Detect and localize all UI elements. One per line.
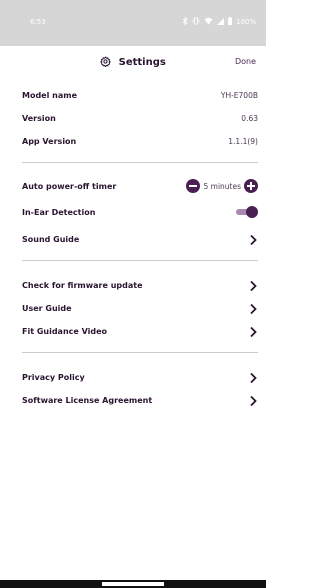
firmware-row[interactable]: Check for firmware update bbox=[22, 280, 258, 295]
done-button[interactable]: Done bbox=[235, 57, 256, 66]
auto-off-row: Auto power-off timer 5 minutes bbox=[22, 179, 258, 196]
battery-percent: 100% bbox=[235, 18, 256, 26]
model-name-row: Model name YH-E700B bbox=[22, 91, 258, 105]
model-name-label: Model name bbox=[22, 91, 77, 100]
wifi-icon bbox=[204, 17, 213, 27]
model-name-value: YH-E700B bbox=[220, 91, 258, 100]
page-title: Settings bbox=[118, 57, 166, 68]
system-nav-bar bbox=[0, 580, 266, 588]
signal-icon bbox=[216, 17, 224, 27]
privacy-label: Privacy Policy bbox=[22, 373, 85, 382]
chevron-right-icon bbox=[250, 303, 257, 315]
chevron-right-icon bbox=[250, 326, 257, 338]
auto-off-stepper: 5 minutes bbox=[186, 179, 258, 193]
app-version-value: 1.1.1(9) bbox=[228, 137, 258, 146]
divider bbox=[22, 352, 258, 353]
divider bbox=[22, 162, 258, 163]
license-row[interactable]: Software License Agreement bbox=[22, 395, 258, 410]
app-version-label: App Version bbox=[22, 137, 77, 146]
in-ear-label: In-Ear Detection bbox=[22, 208, 96, 217]
chevron-right-icon bbox=[250, 234, 257, 246]
chevron-right-icon bbox=[250, 395, 257, 407]
version-row: Version 0.63 bbox=[22, 114, 258, 128]
app-version-row: App Version 1.1.1(9) bbox=[22, 137, 258, 151]
divider bbox=[22, 260, 258, 261]
vibrate-icon bbox=[192, 17, 200, 27]
user-guide-row[interactable]: User Guide bbox=[22, 303, 258, 318]
firmware-label: Check for firmware update bbox=[22, 281, 143, 290]
decrease-button[interactable] bbox=[186, 179, 201, 193]
battery-icon bbox=[227, 17, 232, 27]
plus-icon-v bbox=[250, 182, 252, 190]
chevron-right-icon bbox=[250, 280, 257, 292]
user-guide-label: User Guide bbox=[22, 304, 72, 313]
in-ear-row: In-Ear Detection bbox=[22, 206, 258, 222]
page-title-wrap: Settings bbox=[0, 56, 266, 68]
version-value: 0.63 bbox=[241, 114, 258, 123]
toggle-knob bbox=[246, 206, 258, 218]
sound-guide-label: Sound Guide bbox=[22, 235, 80, 244]
license-label: Software License Agreement bbox=[22, 396, 153, 405]
increase-button[interactable] bbox=[244, 179, 258, 193]
version-label: Version bbox=[22, 114, 56, 123]
status-icons: 100% bbox=[182, 16, 256, 27]
fit-video-label: Fit Guidance Video bbox=[22, 327, 108, 336]
chevron-right-icon bbox=[250, 372, 257, 384]
in-ear-toggle[interactable] bbox=[236, 206, 258, 218]
sound-guide-row[interactable]: Sound Guide bbox=[22, 234, 258, 249]
minus-icon bbox=[189, 185, 198, 187]
privacy-row[interactable]: Privacy Policy bbox=[22, 372, 258, 387]
fit-video-row[interactable]: Fit Guidance Video bbox=[22, 326, 258, 341]
header: Settings Done bbox=[0, 46, 266, 78]
status-bar: 6:53 100% bbox=[0, 0, 266, 46]
bluetooth-icon bbox=[182, 16, 188, 27]
auto-off-label: Auto power-off timer bbox=[22, 182, 117, 191]
home-handle[interactable] bbox=[102, 582, 164, 586]
gear-icon bbox=[100, 56, 112, 68]
status-time: 6:53 bbox=[30, 18, 46, 26]
auto-off-value: 5 minutes bbox=[203, 181, 241, 191]
